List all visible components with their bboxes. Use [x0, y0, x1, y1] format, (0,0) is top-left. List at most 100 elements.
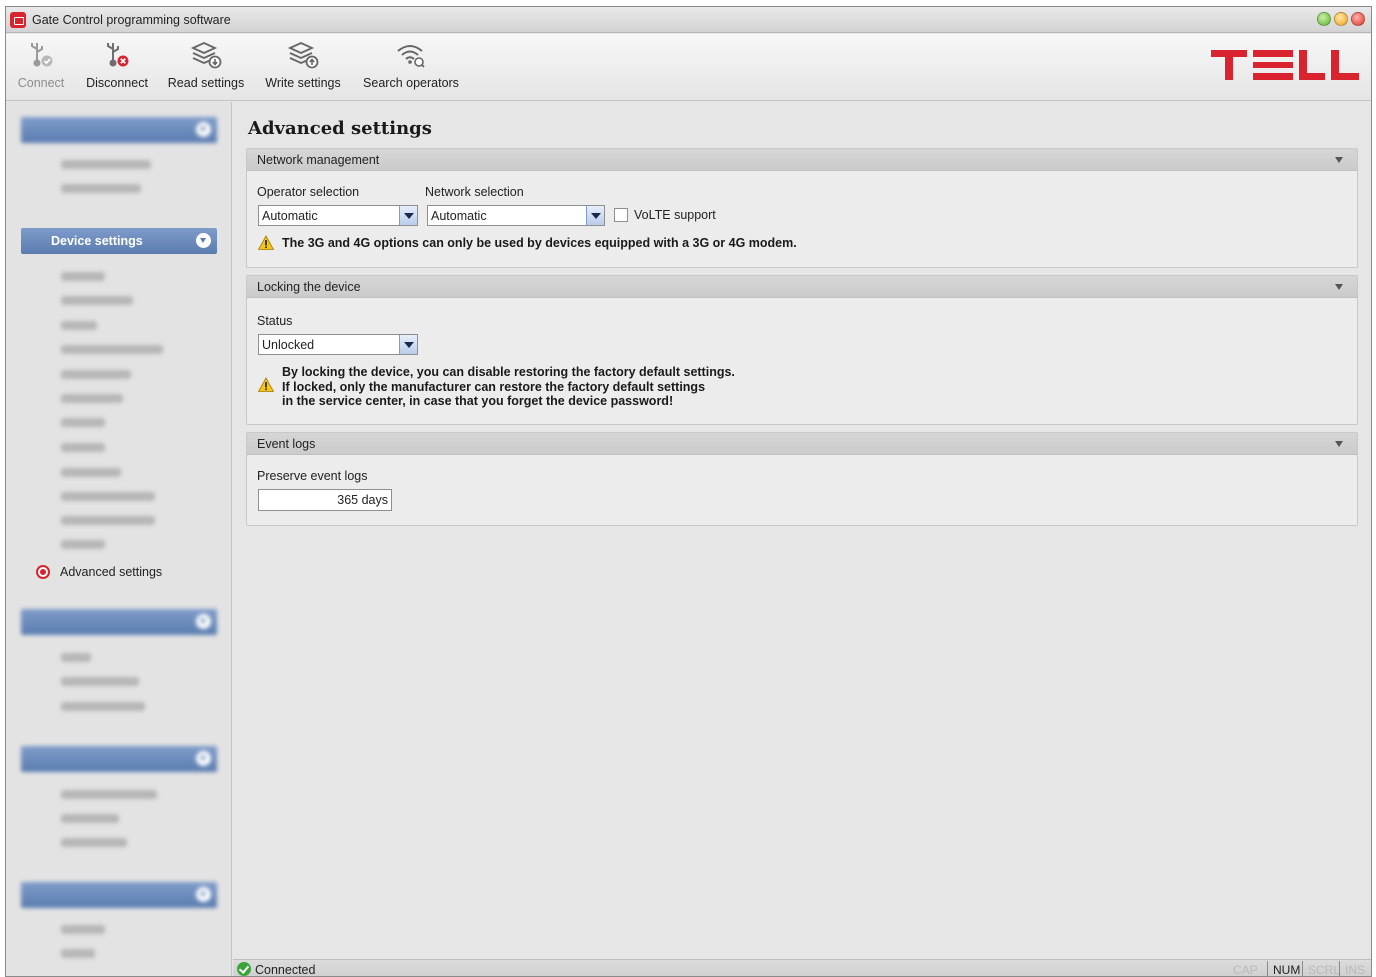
operator-selection-dropdown[interactable]: Automatic — [258, 205, 418, 226]
network-selection-dropdown[interactable]: Automatic — [427, 205, 605, 226]
num-lock-indicator: NUM — [1273, 963, 1301, 977]
sidebar-item[interactable] — [61, 653, 91, 662]
status-label: Status — [257, 314, 293, 328]
sidebar-item[interactable] — [61, 492, 155, 501]
locking-device-panel: Locking the device Status Unlocked By lo… — [246, 275, 1358, 425]
sidebar-item[interactable] — [61, 838, 127, 847]
collapse-triangle-icon[interactable] — [1335, 284, 1343, 290]
main-content: Advanced settings Network management Ope… — [233, 102, 1371, 959]
disconnect-button[interactable]: Disconnect — [82, 34, 152, 100]
sidebar-item[interactable] — [61, 516, 155, 525]
connect-label: Connect — [17, 76, 65, 90]
window-controls — [1317, 12, 1365, 26]
collapse-triangle-icon[interactable] — [1335, 441, 1343, 447]
page-title: Advanced settings — [248, 118, 432, 139]
sidebar-item[interactable] — [61, 370, 131, 379]
minimize-button[interactable] — [1317, 12, 1331, 26]
sidebar-item[interactable] — [61, 321, 97, 330]
app-window: Gate Control programming software Connec… — [5, 6, 1372, 977]
sidebar-item[interactable] — [61, 160, 151, 169]
locking-warning-line-1: By locking the device, you can disable r… — [282, 365, 735, 379]
event-logs-header[interactable]: Event logs — [247, 433, 1357, 455]
usb-connect-icon — [31, 43, 53, 67]
sidebar-group-device-settings[interactable]: Device settings — [21, 228, 217, 254]
sidebar-item[interactable] — [61, 540, 105, 549]
network-selection-value: Automatic — [431, 209, 487, 223]
warning-icon — [258, 235, 274, 250]
locking-device-header[interactable]: Locking the device — [247, 276, 1357, 298]
write-settings-label: Write settings — [265, 76, 341, 90]
sidebar-item[interactable] — [61, 443, 105, 452]
caps-indicator: CAP — [1233, 963, 1258, 977]
status-bar: Connected CAP NUM SCRL INS — [233, 959, 1371, 977]
operator-selection-label: Operator selection — [257, 185, 360, 199]
close-button[interactable] — [1351, 12, 1365, 26]
sidebar-item[interactable] — [61, 272, 105, 281]
read-settings-button[interactable]: Read settings — [166, 34, 246, 100]
sidebar-group-users[interactable] — [21, 609, 217, 635]
sidebar-group-software-settings[interactable] — [21, 882, 217, 908]
sidebar-item[interactable] — [61, 184, 141, 193]
scroll-indicator: SCRL — [1308, 963, 1341, 977]
operator-selection-value: Automatic — [262, 209, 318, 223]
dropdown-arrow-icon[interactable] — [399, 206, 417, 225]
connected-check-icon — [237, 962, 251, 976]
connect-button[interactable]: Connect — [12, 34, 70, 100]
tell-logo — [1211, 50, 1359, 80]
volte-support-checkbox[interactable] — [614, 208, 628, 222]
device-settings-label: Device settings — [51, 234, 143, 248]
wifi-search-icon — [397, 45, 425, 68]
sidebar-item[interactable] — [61, 468, 121, 477]
sidebar-item[interactable] — [61, 949, 95, 958]
sidebar-item[interactable] — [61, 345, 163, 354]
maximize-button[interactable] — [1334, 12, 1348, 26]
advanced-settings-nav-label: Advanced settings — [60, 565, 163, 579]
locking-device-title: Locking the device — [257, 280, 361, 294]
sidebar-item[interactable] — [61, 702, 145, 711]
sidebar-item[interactable] — [61, 925, 105, 934]
read-settings-label: Read settings — [167, 76, 245, 90]
usb-disconnect-icon — [107, 43, 129, 67]
read-settings-icon — [190, 42, 222, 69]
locking-warning-line-2: If locked, only the manufacturer can res… — [282, 380, 706, 394]
chevron-down-icon — [196, 233, 211, 248]
sidebar-group-connection[interactable] — [21, 117, 217, 143]
title-bar: Gate Control programming software — [6, 7, 1371, 33]
collapse-triangle-icon[interactable] — [1335, 157, 1343, 163]
sidebar-item[interactable] — [61, 418, 105, 427]
sidebar-item[interactable] — [61, 790, 157, 799]
window-title: Gate Control programming software — [32, 13, 231, 27]
dropdown-arrow-icon[interactable] — [586, 206, 604, 225]
status-separator — [1267, 961, 1268, 976]
sidebar-item[interactable] — [61, 296, 133, 305]
volte-support-label: VoLTE support — [634, 208, 716, 222]
sidebar-group-monitoring[interactable] — [21, 746, 217, 772]
preserve-event-logs-input[interactable]: 365 days — [258, 489, 392, 511]
search-operators-label: Search operators — [363, 76, 459, 90]
lock-status-dropdown[interactable]: Unlocked — [258, 334, 418, 355]
network-warning-text: The 3G and 4G options can only be used b… — [282, 236, 797, 250]
status-separator — [1339, 961, 1340, 976]
app-icon — [10, 12, 26, 28]
active-radio-icon — [36, 565, 50, 579]
search-operators-button[interactable]: Search operators — [360, 34, 462, 100]
locking-warning-line-3: in the service center, in case that you … — [282, 394, 674, 408]
write-settings-icon — [287, 42, 319, 69]
disconnect-label: Disconnect — [86, 76, 148, 90]
network-management-title: Network management — [257, 153, 380, 167]
network-management-header[interactable]: Network management — [247, 149, 1357, 171]
event-logs-panel: Event logs Preserve event logs 365 days — [246, 432, 1358, 526]
dropdown-arrow-icon[interactable] — [399, 335, 417, 354]
sidebar: Device settings Advanced settings — [6, 102, 232, 976]
write-settings-button[interactable]: Write settings — [261, 34, 345, 100]
sidebar-item[interactable] — [61, 394, 123, 403]
ins-indicator: INS — [1345, 963, 1366, 977]
connection-status-text: Connected — [255, 963, 316, 977]
network-management-panel: Network management Operator selection Ne… — [246, 148, 1358, 268]
sidebar-item[interactable] — [61, 677, 139, 686]
warning-icon — [258, 377, 274, 392]
event-logs-title: Event logs — [257, 437, 316, 451]
sidebar-item[interactable] — [61, 814, 119, 823]
status-separator — [1302, 961, 1303, 976]
toolbar: Connect Disconnect Read settings Write s… — [6, 34, 1371, 101]
